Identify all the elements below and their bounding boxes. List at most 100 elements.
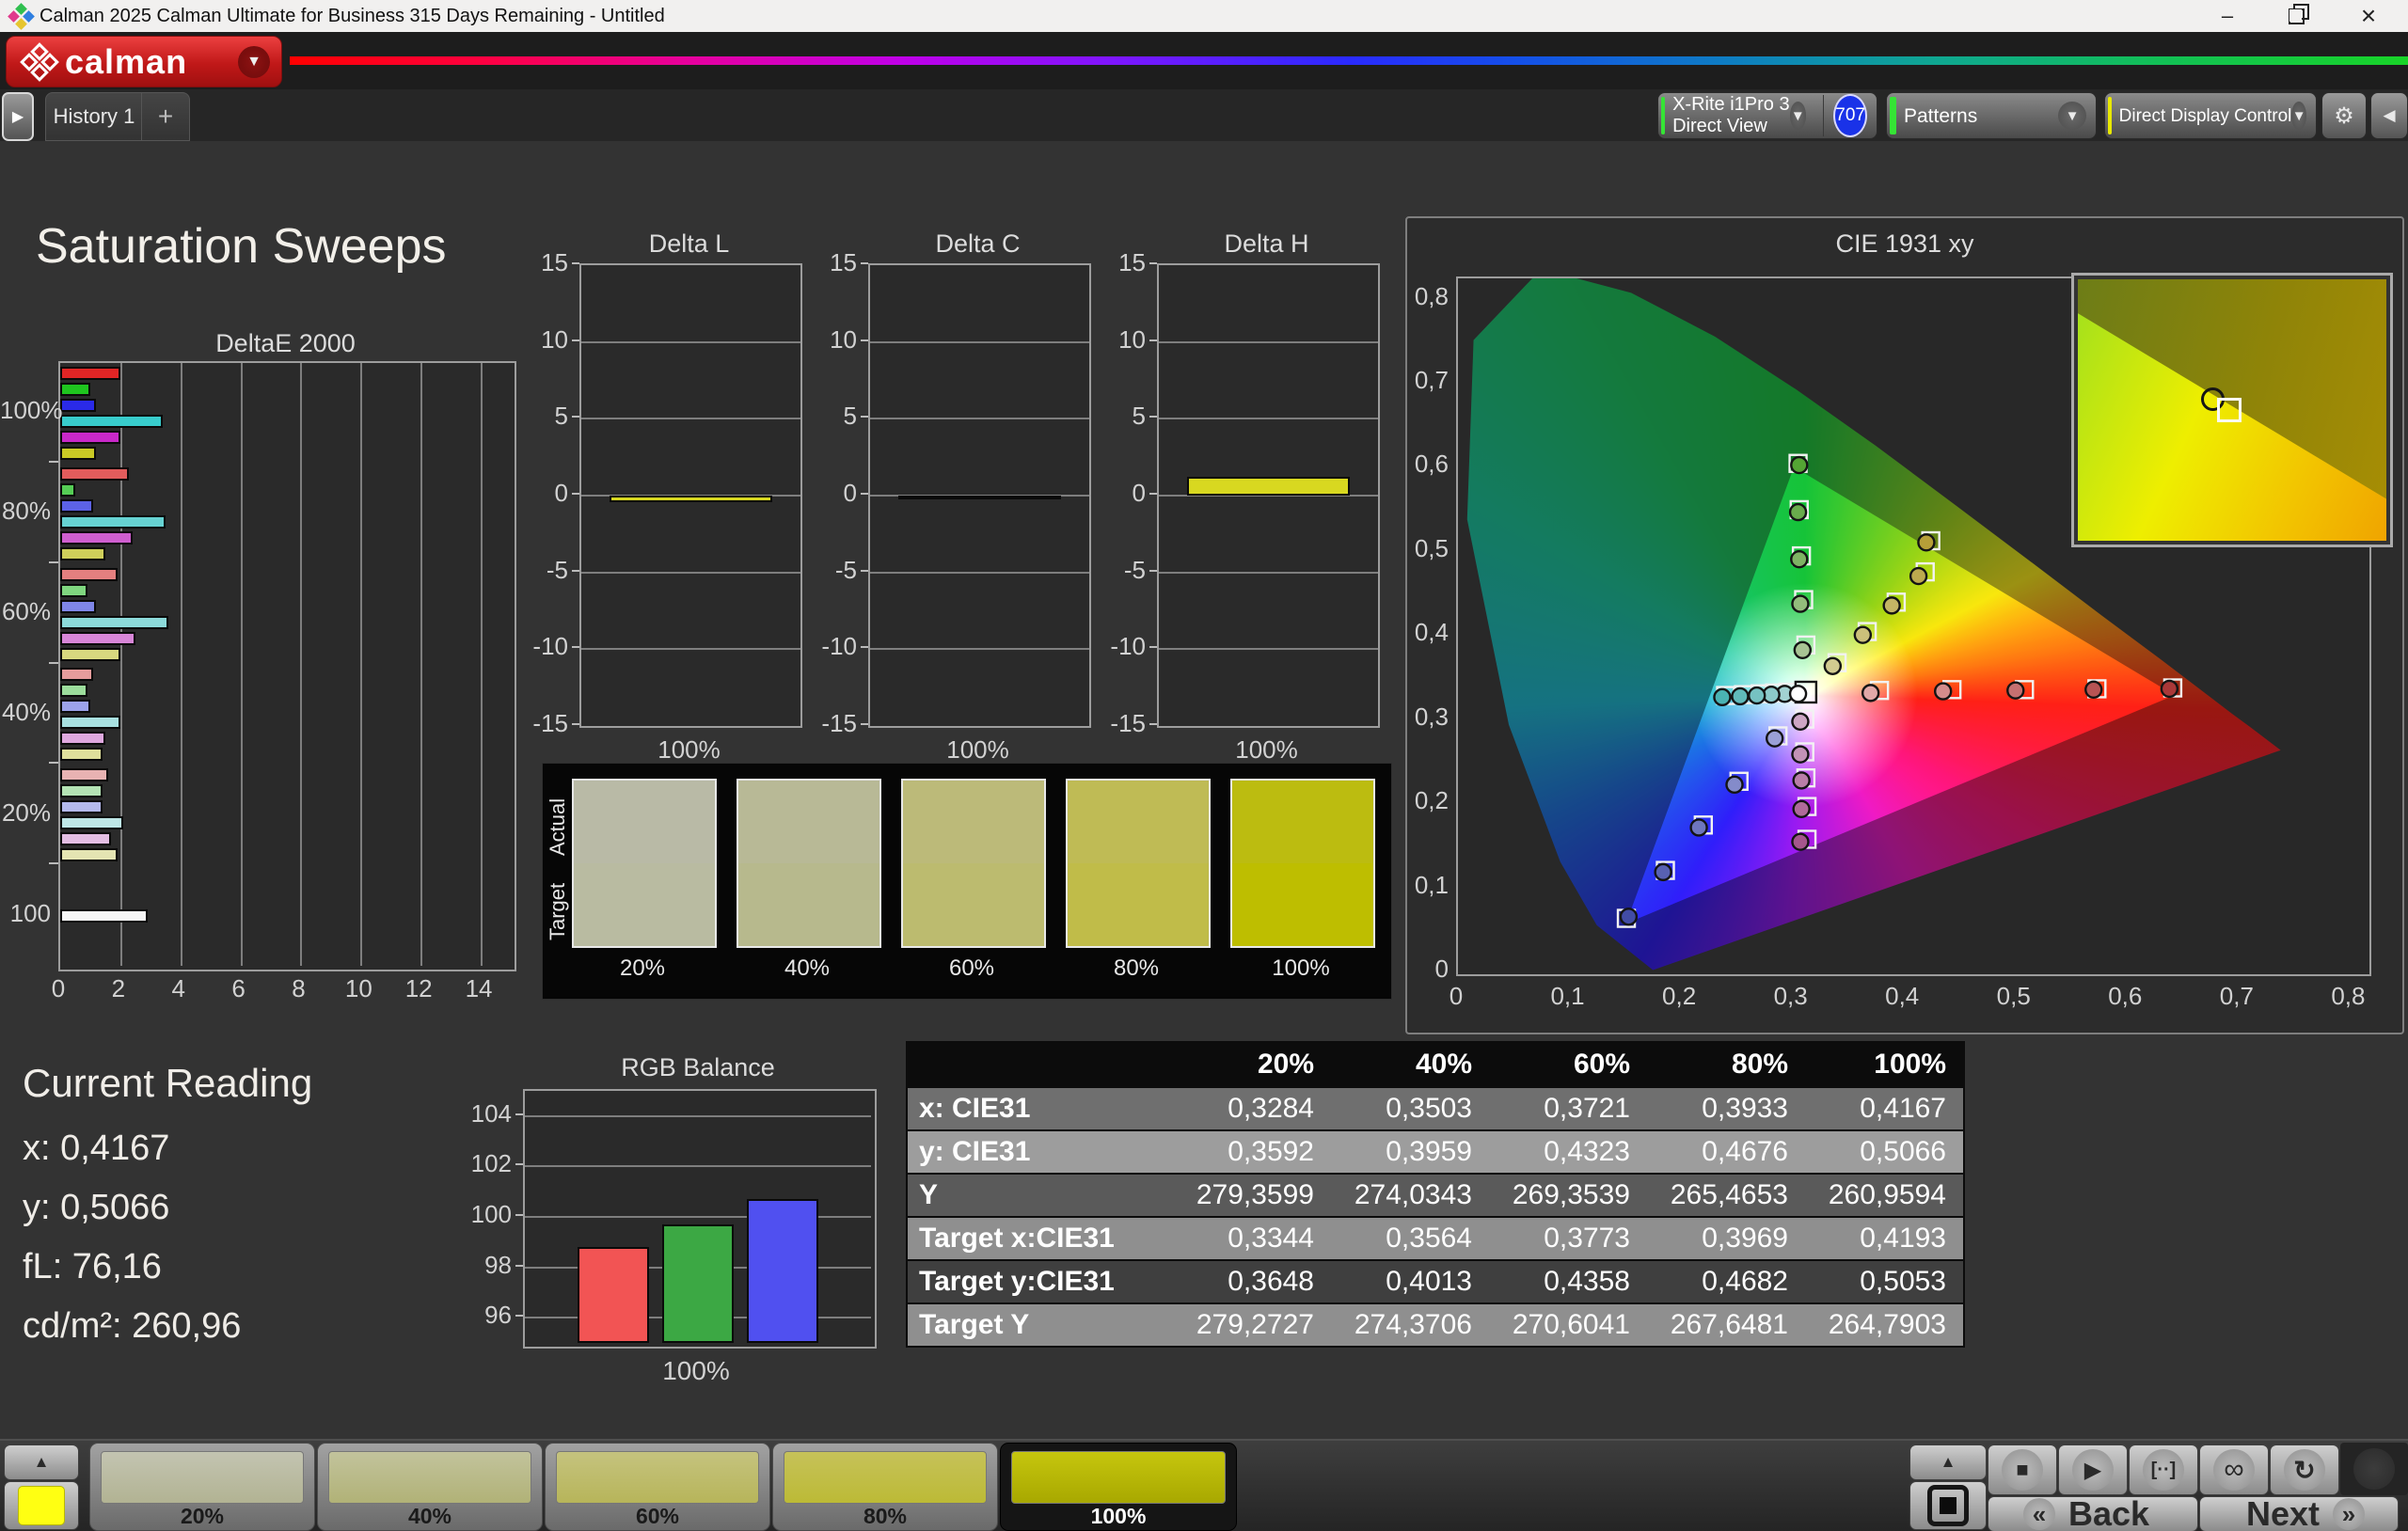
deltae-x-tick: 2 (100, 974, 137, 1003)
nav-forward-button[interactable]: ▶ (2, 92, 34, 141)
deltae-bar (60, 816, 123, 829)
calman-menu-button[interactable]: calman ▼ (6, 36, 282, 87)
display-control-dropdown[interactable]: Direct Display Control ▼ (2104, 92, 2317, 139)
pattern-tile-label: 100% (1001, 1504, 1236, 1529)
deltae-group-label: 20% (0, 798, 51, 828)
back-button[interactable]: « Back (1988, 1496, 2198, 1531)
add-tab-button[interactable]: + (141, 92, 190, 141)
pattern-tile-label: 60% (546, 1504, 769, 1529)
table-value-cell: 274,3706 (1331, 1304, 1489, 1346)
deltae-bar (60, 784, 103, 797)
meter-chevron-down-icon: ▼ (1790, 102, 1807, 130)
settings-button[interactable]: ⚙ (2321, 92, 2367, 139)
gridline (525, 1165, 871, 1167)
patterns-dropdown[interactable]: Patterns ▼ (1886, 92, 2097, 139)
record-idle-icon[interactable] (2353, 1448, 2395, 1490)
deltae-bar (60, 547, 105, 560)
swatch-percent-label: 80% (1066, 955, 1207, 982)
stop-button[interactable]: ■ (1988, 1444, 2057, 1495)
pattern-tile[interactable]: 20% (89, 1443, 315, 1531)
page-title: Saturation Sweeps (36, 218, 447, 275)
calman-logo-icon (20, 43, 57, 81)
tab-history-1[interactable]: History 1 (45, 92, 143, 141)
restore-button[interactable] (2268, 0, 2324, 32)
transport-up-button[interactable]: ▲ (1909, 1444, 1987, 1480)
actual-axis-label: Actual (546, 799, 570, 856)
table-value-cell: 0,3284 (1173, 1088, 1331, 1129)
rainbow-divider (290, 56, 2408, 65)
deltae-bar (60, 600, 96, 613)
tick (49, 862, 58, 864)
table-value-cell: 269,3539 (1489, 1175, 1647, 1216)
cie-x-tick: 0,6 (2093, 982, 2157, 1011)
deltae-bar (60, 768, 108, 781)
gridline (181, 363, 182, 966)
actual-target-swatch (1066, 779, 1211, 948)
chevrons-left-icon: « (2023, 1498, 2055, 1530)
deltae-title: DeltaE 2000 (58, 329, 513, 358)
collapse-panel-button[interactable]: ◀ (2370, 92, 2408, 139)
deltae-bar (60, 909, 148, 923)
pattern-tile[interactable]: 100% (1000, 1443, 1237, 1531)
pattern-tile-label: 20% (90, 1504, 314, 1529)
tick (515, 1214, 523, 1216)
tick (572, 339, 579, 341)
table-value-cell: 0,3773 (1489, 1218, 1647, 1259)
table-value-cell: 0,5066 (1805, 1131, 1963, 1173)
deltae-bar (60, 800, 103, 813)
table-value-cell: 279,3599 (1173, 1175, 1331, 1216)
pattern-window-button[interactable] (1909, 1481, 1987, 1530)
pattern-scroll-up-button[interactable]: ▲ (4, 1444, 79, 1480)
stop-icon: ■ (2002, 1449, 2043, 1491)
menu-chevron-down-icon[interactable]: ▼ (238, 46, 270, 78)
cie-y-tick: 0,7 (1407, 366, 1449, 395)
pattern-color-swatch (18, 1486, 65, 1525)
actual-target-swatch (1230, 779, 1375, 948)
table-row: y: CIE310,35920,39590,43230,46760,5066 (908, 1129, 1963, 1173)
table-row-label: Target Y (908, 1304, 1173, 1346)
close-button[interactable]: × (2340, 0, 2397, 32)
meter-count-badge[interactable]: 707 (1833, 94, 1867, 137)
pattern-tile[interactable]: 60% (545, 1443, 770, 1531)
pattern-window-toggle-button[interactable]: [··] (2129, 1444, 2198, 1495)
target-half (1068, 863, 1209, 946)
rgb-balance-title: RGB Balance (523, 1053, 873, 1082)
delta-y-tick: 10 (812, 325, 857, 355)
table-header-cell (908, 1043, 1173, 1086)
cie-points (1458, 278, 2366, 971)
pattern-tile[interactable]: 80% (772, 1443, 998, 1531)
tick (1149, 262, 1157, 264)
gridline (120, 363, 122, 966)
tick (1149, 723, 1157, 725)
table-value-cell: 267,6481 (1647, 1304, 1805, 1346)
pattern-tile-swatch (556, 1451, 759, 1504)
deltae-bar (60, 515, 166, 529)
cie-y-tick: 0,1 (1407, 871, 1449, 900)
display-chevron-down-icon: ▼ (2291, 102, 2306, 130)
delta-x-label: 100% (579, 735, 799, 765)
play-button[interactable]: ▶ (2058, 1444, 2128, 1495)
pattern-color-button[interactable] (4, 1481, 79, 1530)
loop-button[interactable]: ∞ (2199, 1444, 2269, 1495)
cie-y-tick: 0,5 (1407, 534, 1449, 563)
deltae-bar (60, 684, 87, 697)
rgb-bar (747, 1199, 818, 1343)
next-button[interactable]: Next » (2199, 1496, 2399, 1531)
tick (1149, 339, 1157, 341)
refresh-button[interactable]: ↻ (2270, 1444, 2339, 1495)
chevrons-right-icon: » (2333, 1498, 2365, 1530)
swatch-percent-label: 100% (1230, 955, 1371, 982)
table-value-cell: 0,3721 (1489, 1088, 1647, 1129)
deltae-bar (60, 399, 96, 412)
measurement-table: 20%40%60%80%100%x: CIE310,32840,35030,37… (906, 1041, 1965, 1348)
delta-y-tick: -15 (523, 709, 568, 738)
gridline (525, 1115, 871, 1117)
pattern-tile-swatch (101, 1451, 304, 1504)
delta-y-tick: 0 (1101, 479, 1146, 508)
deltae-bar (60, 531, 133, 545)
meter-dropdown[interactable]: X-Rite i1Pro 3Direct View ▼ 707 (1657, 92, 1877, 139)
chevron-left-icon: ◀ (2383, 106, 2395, 125)
pattern-tile[interactable]: 40% (317, 1443, 543, 1531)
cie-x-tick: 0,7 (2205, 982, 2269, 1011)
minimize-button[interactable]: – (2199, 0, 2256, 32)
